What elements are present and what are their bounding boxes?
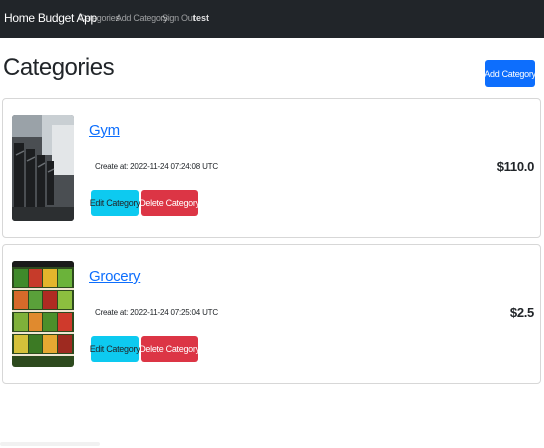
edit-category-button[interactable]: Edit Category (90, 336, 141, 362)
created-at-text: Create at: 2022-11-24 07:25:04 UTC (95, 308, 218, 317)
delete-category-button[interactable]: Delete Category (139, 336, 200, 362)
edit-category-button[interactable]: Edit Category (90, 190, 141, 216)
category-amount: $110.0 (496, 159, 535, 174)
delete-category-button[interactable]: Delete Category (139, 190, 200, 216)
category-card-gym: Gym Create at: 2022-11-24 07:24:08 UTC $… (2, 98, 541, 238)
nav-username: test (193, 13, 210, 23)
category-name-link[interactable]: Grocery (89, 268, 141, 285)
gym-treadmills-image[interactable] (12, 115, 74, 221)
page-title: Categories (3, 54, 115, 81)
created-at-text: Create at: 2022-11-24 07:24:08 UTC (95, 162, 218, 171)
bottom-divider (0, 442, 100, 446)
add-category-button[interactable]: Add Category (484, 60, 536, 87)
grocery-produce-image[interactable] (12, 261, 74, 367)
top-navbar: Home Budget App Categories Add Category … (0, 0, 544, 38)
nav-link-sign-out[interactable]: Sign Out (162, 13, 195, 23)
category-amount: $2.5 (509, 305, 534, 320)
nav-link-add-category[interactable]: Add Category (116, 13, 168, 23)
category-name-link[interactable]: Gym (89, 122, 120, 139)
nav-link-categories[interactable]: Categories (79, 13, 120, 23)
category-card-grocery: Grocery Create at: 2022-11-24 07:25:04 U… (2, 244, 541, 384)
